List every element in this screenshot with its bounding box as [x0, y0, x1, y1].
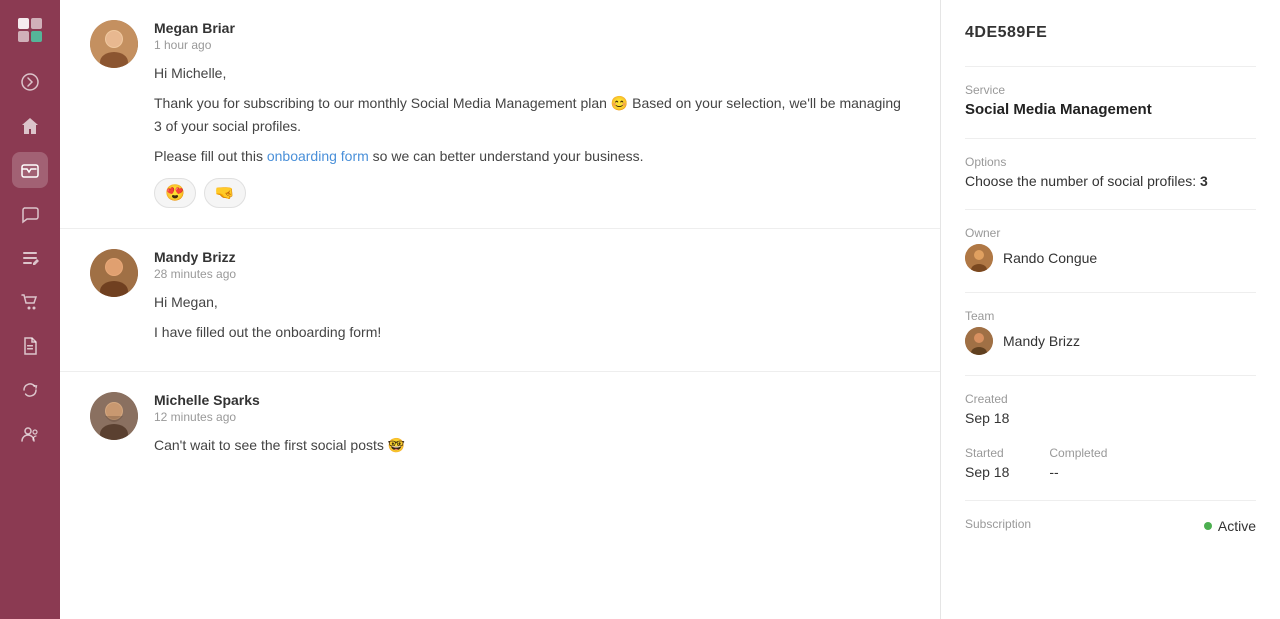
reaction-fist-bump[interactable]: 🤜 — [204, 178, 246, 208]
owner-section: Owner Rando Congue — [965, 226, 1256, 272]
avatar — [90, 20, 138, 68]
options-value: Choose the number of social profiles: 3 — [965, 173, 1256, 189]
file-icon[interactable] — [12, 328, 48, 364]
completed-value: -- — [1049, 464, 1107, 480]
status-label: Active — [1218, 518, 1256, 534]
chat-area[interactable]: Megan Briar 1 hour ago Hi Michelle, Than… — [60, 0, 940, 619]
message-author-3: Michelle Sparks — [154, 392, 910, 408]
home-icon[interactable] — [12, 108, 48, 144]
message-time-2: 28 minutes ago — [154, 267, 910, 281]
message-text-3: Please fill out this onboarding form so … — [154, 145, 910, 167]
message-block: Megan Briar 1 hour ago Hi Michelle, Than… — [60, 0, 940, 229]
status-dot — [1204, 522, 1212, 530]
message-content-2: Mandy Brizz 28 minutes ago Hi Megan, I h… — [154, 249, 910, 352]
message-thread: Megan Briar 1 hour ago Hi Michelle, Than… — [60, 0, 940, 485]
options-label: Options — [965, 155, 1256, 169]
created-label: Created — [965, 392, 1256, 406]
message-time-3: 12 minutes ago — [154, 410, 910, 424]
subscription-label: Subscription — [965, 517, 1031, 531]
team-label: Team — [965, 309, 1256, 323]
message-content-3: Michelle Sparks 12 minutes ago Can't wai… — [154, 392, 910, 464]
options-section: Options Choose the number of social prof… — [965, 155, 1256, 189]
service-section: Service Social Media Management — [965, 83, 1256, 118]
owner-row: Rando Congue — [965, 244, 1256, 272]
subscription-section: Subscription Active — [965, 517, 1256, 535]
started-label: Started — [965, 446, 1009, 460]
message-text-2: Thank you for subscribing to our monthly… — [154, 92, 910, 137]
main-content: Megan Briar 1 hour ago Hi Michelle, Than… — [60, 0, 1280, 619]
message-text-5: I have filled out the onboarding form! — [154, 321, 910, 343]
inbox-icon[interactable] — [12, 152, 48, 188]
status-badge: Active — [1204, 518, 1256, 534]
started-value: Sep 18 — [965, 464, 1009, 480]
sidebar — [0, 0, 60, 619]
owner-name: Rando Congue — [1003, 250, 1097, 266]
owner-label: Owner — [965, 226, 1256, 240]
avatar-3 — [90, 392, 138, 440]
message-content: Megan Briar 1 hour ago Hi Michelle, Than… — [154, 20, 910, 208]
service-value: Social Media Management — [965, 101, 1256, 118]
message-reactions: 😍 🤜 — [154, 178, 910, 208]
message-block-3: Michelle Sparks 12 minutes ago Can't wai… — [60, 372, 940, 484]
edit-icon[interactable] — [12, 240, 48, 276]
team-row: Mandy Brizz — [965, 327, 1256, 355]
team-name: Mandy Brizz — [1003, 333, 1080, 349]
ticket-id: 4DE589FE — [965, 24, 1256, 42]
onboarding-form-link[interactable]: onboarding form — [267, 148, 369, 164]
message-block-2: Mandy Brizz 28 minutes ago Hi Megan, I h… — [60, 229, 940, 373]
message-text-6: Can't wait to see the first social posts… — [154, 434, 910, 456]
avatar-2 — [90, 249, 138, 297]
refresh-icon[interactable] — [12, 372, 48, 408]
message-text-4: Hi Megan, — [154, 291, 910, 313]
team-section: Team Mandy Brizz — [965, 309, 1256, 355]
created-value: Sep 18 — [965, 410, 1256, 426]
arrow-right-icon[interactable] — [12, 64, 48, 100]
message-time: 1 hour ago — [154, 38, 910, 52]
team-avatar — [965, 327, 993, 355]
reaction-heart-eyes[interactable]: 😍 — [154, 178, 196, 208]
completed-label: Completed — [1049, 446, 1107, 460]
chat-icon[interactable] — [12, 196, 48, 232]
logo-icon[interactable] — [12, 12, 48, 48]
message-author-2: Mandy Brizz — [154, 249, 910, 265]
dates-section: Started Sep 18 Completed -- — [965, 446, 1256, 480]
completed-section: Completed -- — [1049, 446, 1107, 480]
service-label: Service — [965, 83, 1256, 97]
message-text: Hi Michelle, — [154, 62, 910, 84]
owner-avatar — [965, 244, 993, 272]
right-panel: 4DE589FE Service Social Media Management… — [940, 0, 1280, 619]
cart-icon[interactable] — [12, 284, 48, 320]
started-section: Started Sep 18 — [965, 446, 1009, 480]
contacts-icon[interactable] — [12, 416, 48, 452]
created-section: Created Sep 18 — [965, 392, 1256, 426]
message-author: Megan Briar — [154, 20, 910, 36]
